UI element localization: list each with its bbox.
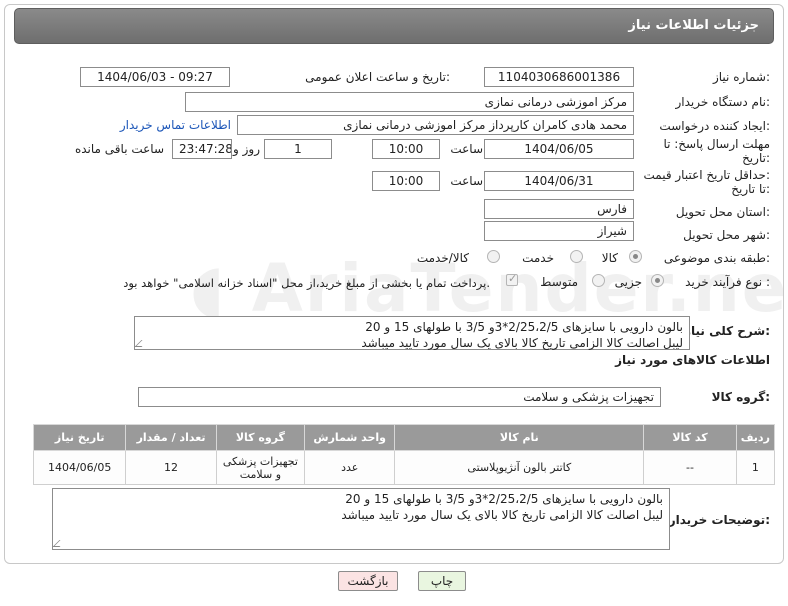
province-field[interactable]: فارس [484,199,634,219]
category-service-radio[interactable] [570,250,583,263]
price-validity-label: حداقل تاریخ اعتبار قیمت: [643,168,770,182]
goods-table: ردیف کد کالا نام کالا واحد شمارش گروه کا… [32,424,776,485]
remaining-days-field[interactable]: 1 [264,139,332,159]
col-date: تاریخ نیاز [32,424,127,451]
cell-row: 1 [735,450,776,485]
col-unit: واحد شمارش [304,424,396,451]
creator-field[interactable]: محمد هادی کامران کارپرداز مرکز اموزشی در… [237,115,634,135]
deadline-time-field[interactable]: 10:00 [372,139,440,159]
treasury-payment-note: پرداخت تمام یا بخشی از مبلغ خرید،از محل … [123,276,490,290]
buyer-notes-line-2: لیبل اصالت کالا الزامی تاریخ کالا بالای … [341,508,663,522]
buyer-contact-link[interactable]: اطلاعات تماس خریدار [120,118,231,132]
category-goods-radio[interactable] [629,250,642,263]
category-goods-label: کالا [601,251,618,265]
announce-date-field[interactable]: 1404/06/03 - 09:27 [80,67,230,87]
cell-group: تجهیزات پزشکی و سلامت [215,450,306,485]
province-label: استان محل تحویل: [675,205,770,219]
process-medium-radio[interactable] [592,274,605,287]
buyer-notes-textarea[interactable]: بالون دارویی با سایزهای 2/25،2/5*3و 3/5 … [52,488,670,550]
deadline-time-label: ساعت [450,142,483,156]
city-label: شهر محل تحویل: [683,228,770,242]
deadline-date-field[interactable]: 1404/06/05 [484,139,634,159]
process-type-label: نوع فرآیند خرید : [685,275,770,289]
goods-group-label: گروه کالا: [711,390,770,404]
cell-unit: عدد [304,450,396,485]
category-service-label: خدمت [522,251,554,265]
category-label: طبقه بندی موضوعی: [663,251,770,265]
cell-code: -- [643,450,737,485]
table-header-row: ردیف کد کالا نام کالا واحد شمارش گروه کا… [32,424,776,451]
remaining-time-field[interactable]: 23:47:28 [172,139,232,159]
price-validity-time-field[interactable]: 10:00 [372,171,440,191]
announce-date-label: تاریخ و ساعت اعلان عمومی: [305,70,450,84]
buyer-org-field[interactable]: مرکز اموزشی درمانی نمازی [185,92,634,112]
summary-line-2: لیبل اصالت کالا الزامی تاریخ کالا بالای … [361,336,683,350]
deadline-label: مهلت ارسال پاسخ: تا [663,137,770,151]
remaining-time-label: ساعت باقی مانده [74,142,164,156]
cell-name: کاتتر بالون آنژیوپلاستی [394,450,645,485]
col-row: ردیف [735,424,776,451]
category-goods-service-radio[interactable] [487,250,500,263]
goods-group-field[interactable]: تجهیزات پزشکی و سلامت [138,387,661,407]
col-group: گروه کالا [215,424,306,451]
resize-handle[interactable] [52,540,67,547]
need-number-field[interactable]: 1104030686001386 [484,67,634,87]
process-medium-label: متوسط [540,275,578,289]
summary-line-1: بالون دارویی با سایزهای 2/25،2/5*3و 3/5 … [365,320,683,334]
deadline-label-date: تاریخ: [742,151,770,165]
price-validity-time-label: ساعت [450,174,483,188]
days-label: روز و [233,142,260,156]
price-validity-date-label: تا تاریخ: [731,182,770,196]
summary-label: شرح کلی نیاز: [684,324,770,338]
col-code: کد کالا [643,424,737,451]
treasury-payment-checkbox[interactable] [506,272,518,286]
city-field[interactable]: شیراز [484,221,634,241]
page-header: جزئیات اطلاعات نیاز [14,8,774,44]
col-qty: تعداد / مقدار [125,424,217,451]
page-title: جزئیات اطلاعات نیاز [628,18,759,33]
creator-label: ایجاد کننده درخواست: [659,119,770,133]
cell-date: 1404/06/05 [32,450,127,485]
back-button[interactable]: بازگشت [338,571,398,591]
buyer-org-label: نام دستگاه خریدار: [675,95,771,109]
summary-textarea[interactable]: بالون دارویی با سایزهای 2/25،2/5*3و 3/5 … [134,316,690,350]
cell-qty: 12 [125,450,217,485]
goods-info-title: اطلاعات کالاهای مورد نیاز [615,353,770,367]
col-name: نام کالا [394,424,645,451]
table-row[interactable]: 1 -- کاتتر بالون آنژیوپلاستی عدد تجهیزات… [32,450,776,485]
print-button[interactable]: چاپ [418,571,466,591]
price-validity-date-field[interactable]: 1404/06/31 [484,171,634,191]
process-minor-radio[interactable] [651,274,664,287]
buyer-notes-label: توضیحات خریدار: [668,513,770,527]
buyer-notes-line-1: بالون دارویی با سایزهای 2/25،2/5*3و 3/5 … [345,492,663,506]
category-goods-service-label: کالا/خدمت [416,251,469,265]
need-number-label: شماره نیاز: [712,70,770,84]
process-minor-label: جزیی [614,275,642,289]
